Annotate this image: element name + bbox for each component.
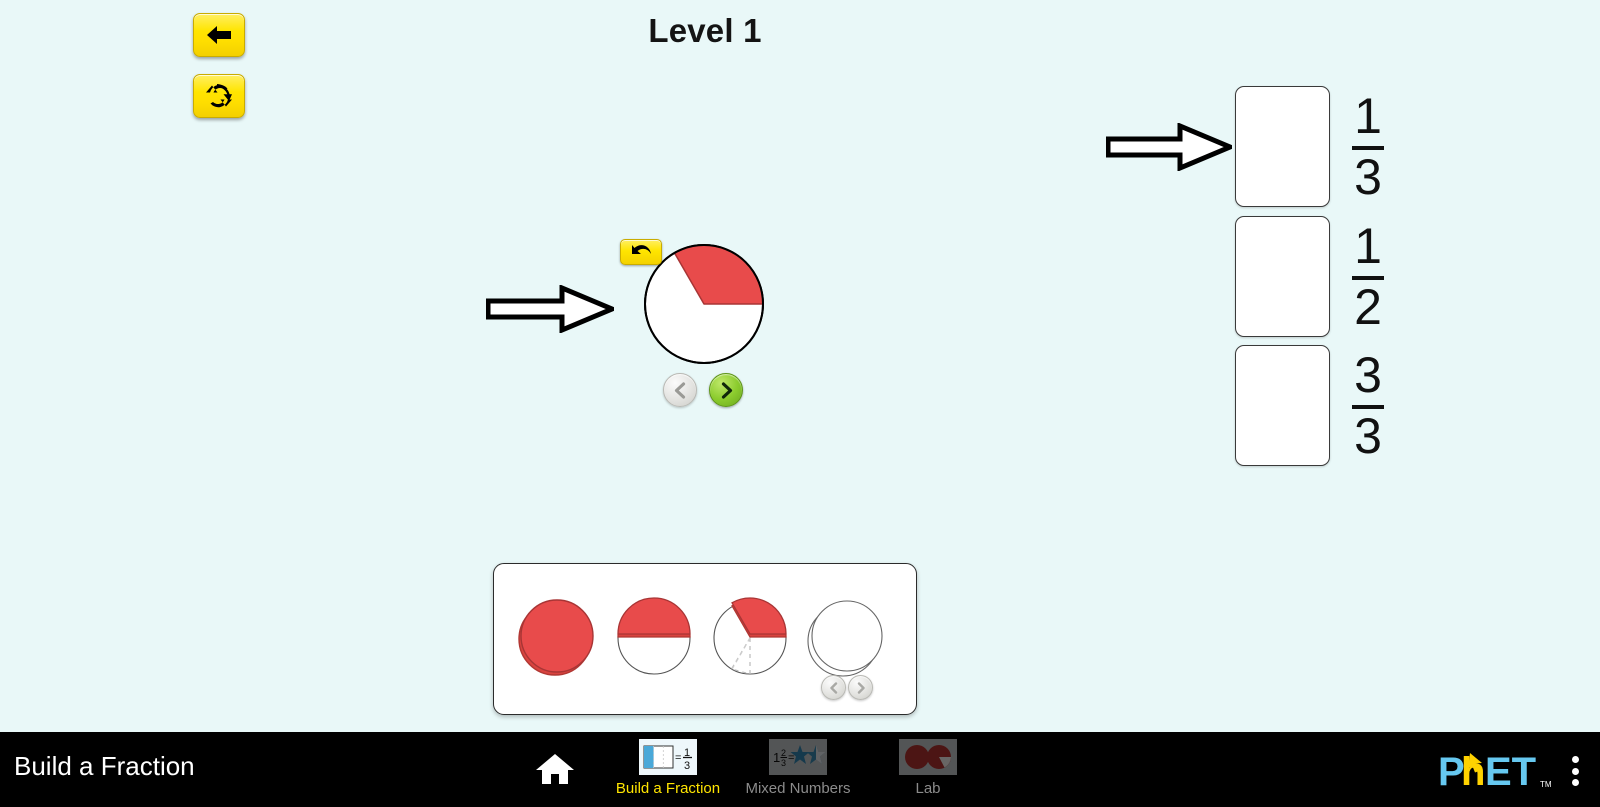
home-icon [536,754,574,784]
svg-text:TM: TM [1540,780,1552,789]
home-button[interactable] [520,738,590,800]
tool-piece-whole-circle[interactable] [517,597,597,677]
target-numerator: 3 [1354,346,1382,403]
screen-label: Build a Fraction [615,780,721,797]
third-circle-icon [713,597,787,675]
target-drop-zone[interactable] [1235,345,1330,466]
phet-logo-icon: P h ET TM [1438,750,1552,794]
undo-button[interactable] [620,239,662,265]
build-a-fraction-icon: = 1 3 [639,739,697,775]
svg-text:2: 2 [781,748,786,758]
tool-piece-half-circle[interactable] [614,597,694,677]
svg-text:3: 3 [684,760,690,772]
whole-circle-icon [518,599,594,676]
lab-icon [899,739,957,775]
chevron-left-icon [674,381,685,399]
pie-prev-button[interactable] [663,373,697,407]
chevron-right-icon [721,381,732,399]
target-numerator: 1 [1354,217,1382,274]
screen-selector: = 1 3 Build a Fraction 1 2 3 = Mixed Num… [520,732,980,807]
simulation-stage: Level 1 1 3 1 2 3 3 Build a Fraction = 1… [0,0,1600,807]
tool-piece-empty-circle-stack[interactable] [806,597,886,677]
screen-label: Mixed Numbers [745,780,851,797]
chevron-right-icon [857,681,865,694]
target-row[interactable]: 1 3 [1235,86,1384,207]
target-denominator: 3 [1354,407,1382,464]
half-circle-icon [617,597,691,675]
target-fraction: 1 3 [1352,87,1384,205]
chevron-left-icon [829,681,837,694]
svg-text:3: 3 [781,758,786,768]
kebab-dot [1571,779,1579,786]
pointer-arrow-to-working-piece [486,285,614,333]
target-fraction: 1 2 [1352,217,1384,335]
target-drop-zone[interactable] [1235,216,1330,337]
navigation-bar: Build a Fraction = 1 3 Build a Fraction … [0,732,1600,807]
target-numerator: 1 [1354,87,1382,144]
target-drop-zone[interactable] [1235,86,1330,207]
mixed-numbers-icon: 1 2 3 = [769,739,827,775]
refresh-icon [206,84,232,108]
target-denominator: 2 [1354,278,1382,335]
svg-text:1: 1 [773,750,780,765]
back-button[interactable] [193,13,245,57]
build-a-fraction-thumb: = 1 3 [637,738,699,776]
screen-button-lab[interactable]: Lab [876,738,980,797]
phet-logo[interactable]: P h ET TM [1438,750,1556,799]
target-fraction: 3 3 [1352,346,1384,464]
target-row[interactable]: 1 2 [1235,216,1384,337]
screen-button-build-a-fraction[interactable]: = 1 3 Build a Fraction [616,738,720,797]
pointer-arrow-to-target [1106,123,1232,171]
sim-title: Build a Fraction [14,751,195,781]
empty-circle-stack-icon [807,600,883,677]
svg-text:=: = [675,752,681,764]
target-denominator: 3 [1354,148,1382,205]
screen-button-mixed-numbers[interactable]: 1 2 3 = Mixed Numbers [745,738,851,797]
toolbox-next-button[interactable] [848,675,873,700]
undo-arrow-icon [632,245,651,254]
screen-label: Lab [915,780,941,797]
mixed-numbers-thumb: 1 2 3 = [767,738,829,776]
kebab-dot [1571,767,1579,775]
pie-next-button[interactable] [709,373,743,407]
target-row[interactable]: 3 3 [1235,345,1384,466]
svg-text:ET: ET [1485,750,1536,794]
tool-piece-third-circle[interactable] [710,597,790,677]
kebab-dot [1571,756,1579,763]
kebab-menu-icon[interactable] [1564,754,1586,788]
back-arrow-icon [207,26,231,44]
lab-thumb [897,738,959,776]
toolbox-prev-button[interactable] [821,675,846,700]
reset-button[interactable] [193,74,245,118]
